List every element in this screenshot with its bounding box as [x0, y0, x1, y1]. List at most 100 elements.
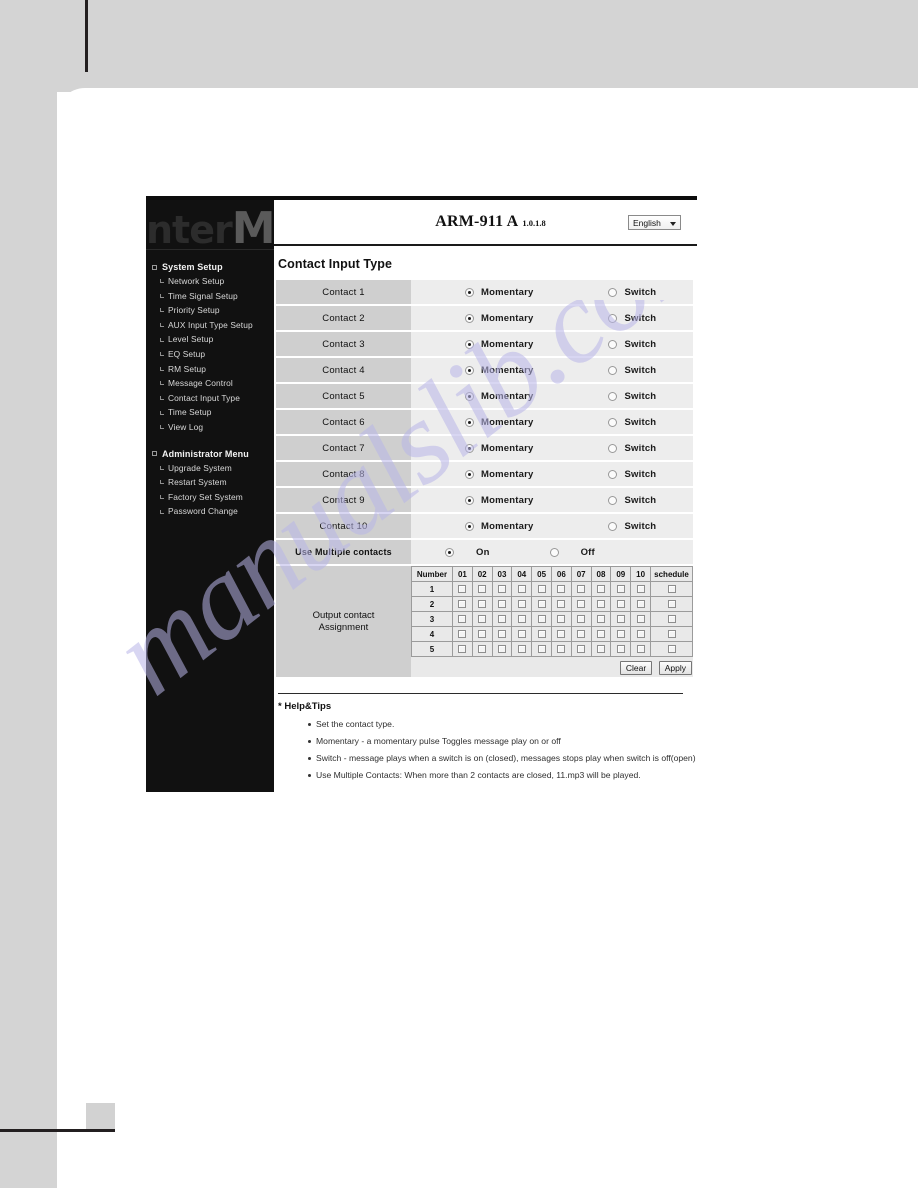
grid-cell[interactable]	[590, 611, 612, 627]
checkbox[interactable]	[577, 645, 586, 654]
grid-cell[interactable]	[630, 611, 651, 627]
checkbox[interactable]	[596, 645, 605, 654]
grid-cell[interactable]	[452, 641, 473, 657]
grid-cell[interactable]	[590, 641, 612, 657]
radio-switch[interactable]	[608, 391, 618, 401]
checkbox[interactable]	[596, 615, 605, 624]
sidebar-item-eq-setup[interactable]: EQ Setup	[146, 347, 274, 362]
grid-cell[interactable]	[452, 626, 473, 642]
checkbox[interactable]	[517, 600, 526, 609]
checkbox[interactable]	[577, 600, 586, 609]
option-switch[interactable]: Switch	[608, 287, 656, 298]
option-off[interactable]: Off	[549, 547, 595, 558]
radio-momentary[interactable]	[465, 417, 474, 427]
grid-cell[interactable]	[471, 581, 493, 597]
radio-momentary[interactable]	[465, 313, 474, 323]
checkbox[interactable]	[497, 630, 506, 639]
grid-cell[interactable]	[491, 611, 513, 627]
option-momentary[interactable]: Momentary	[465, 443, 533, 454]
grid-cell[interactable]	[550, 626, 572, 642]
checkbox[interactable]	[596, 585, 605, 594]
checkbox[interactable]	[517, 585, 526, 594]
radio-momentary[interactable]	[465, 495, 474, 505]
grid-cell-schedule[interactable]	[650, 626, 693, 642]
checkbox[interactable]	[557, 630, 566, 639]
checkbox[interactable]	[458, 615, 467, 624]
grid-cell[interactable]	[452, 596, 473, 612]
checkbox[interactable]	[517, 615, 526, 624]
grid-cell[interactable]	[630, 581, 651, 597]
radio-switch[interactable]	[608, 443, 618, 453]
grid-cell[interactable]	[550, 611, 572, 627]
checkbox[interactable]	[557, 645, 566, 654]
checkbox[interactable]	[616, 645, 625, 654]
option-switch[interactable]: Switch	[608, 391, 656, 402]
option-momentary[interactable]: Momentary	[465, 339, 533, 350]
checkbox[interactable]	[636, 615, 645, 624]
checkbox[interactable]	[667, 615, 676, 624]
grid-cell[interactable]	[511, 581, 533, 597]
grid-cell[interactable]	[610, 611, 632, 627]
option-switch[interactable]: Switch	[608, 417, 656, 428]
radio-switch[interactable]	[608, 287, 618, 297]
option-momentary[interactable]: Momentary	[465, 287, 533, 298]
option-switch[interactable]: Switch	[608, 339, 656, 350]
radio-switch[interactable]	[608, 313, 618, 323]
checkbox[interactable]	[478, 615, 487, 624]
sidebar-item-level-setup[interactable]: Level Setup	[146, 332, 274, 347]
option-momentary[interactable]: Momentary	[465, 417, 533, 428]
checkbox[interactable]	[478, 645, 487, 654]
checkbox[interactable]	[557, 615, 566, 624]
sidebar-item-upgrade-system[interactable]: Upgrade System	[146, 461, 274, 476]
checkbox[interactable]	[517, 630, 526, 639]
radio-switch[interactable]	[608, 417, 618, 427]
grid-cell-schedule[interactable]	[650, 596, 693, 612]
checkbox[interactable]	[458, 630, 467, 639]
checkbox[interactable]	[478, 630, 487, 639]
checkbox[interactable]	[458, 645, 467, 654]
radio-switch[interactable]	[608, 469, 618, 479]
grid-cell[interactable]	[630, 641, 651, 657]
checkbox[interactable]	[667, 585, 676, 594]
checkbox[interactable]	[596, 600, 605, 609]
grid-cell[interactable]	[610, 596, 632, 612]
radio-momentary[interactable]	[465, 365, 474, 375]
option-switch[interactable]: Switch	[608, 521, 656, 532]
sidebar-item-rm-setup[interactable]: RM Setup	[146, 362, 274, 377]
grid-cell[interactable]	[511, 611, 533, 627]
checkbox[interactable]	[497, 615, 506, 624]
checkbox[interactable]	[517, 645, 526, 654]
sidebar-item-aux-input-type-setup[interactable]: AUX Input Type Setup	[146, 318, 274, 333]
checkbox[interactable]	[497, 585, 506, 594]
sidebar-item-factory-set-system[interactable]: Factory Set System	[146, 490, 274, 505]
radio-momentary[interactable]	[465, 521, 474, 531]
option-momentary[interactable]: Momentary	[465, 391, 533, 402]
checkbox[interactable]	[667, 600, 676, 609]
grid-cell[interactable]	[491, 641, 513, 657]
sidebar-item-contact-input-type[interactable]: Contact Input Type	[146, 391, 274, 406]
grid-cell[interactable]	[630, 596, 651, 612]
grid-cell-schedule[interactable]	[650, 641, 693, 657]
grid-cell[interactable]	[511, 626, 533, 642]
checkbox[interactable]	[616, 600, 625, 609]
checkbox[interactable]	[478, 585, 487, 594]
checkbox[interactable]	[537, 600, 546, 609]
sidebar-item-message-control[interactable]: Message Control	[146, 376, 274, 391]
option-switch[interactable]: Switch	[608, 469, 656, 480]
radio-on[interactable]	[445, 547, 454, 557]
checkbox[interactable]	[577, 585, 586, 594]
checkbox[interactable]	[636, 630, 645, 639]
radio-switch[interactable]	[608, 521, 618, 531]
checkbox[interactable]	[636, 645, 645, 654]
checkbox[interactable]	[557, 600, 566, 609]
radio-switch[interactable]	[608, 339, 618, 349]
checkbox[interactable]	[616, 615, 625, 624]
sidebar-header-administrator-menu[interactable]: Administrator Menu	[146, 448, 274, 461]
option-on[interactable]: On	[445, 547, 490, 558]
grid-cell[interactable]	[491, 581, 513, 597]
grid-cell[interactable]	[590, 596, 612, 612]
grid-cell[interactable]	[511, 641, 533, 657]
grid-cell[interactable]	[531, 626, 552, 642]
grid-cell[interactable]	[570, 581, 592, 597]
grid-cell[interactable]	[471, 596, 493, 612]
